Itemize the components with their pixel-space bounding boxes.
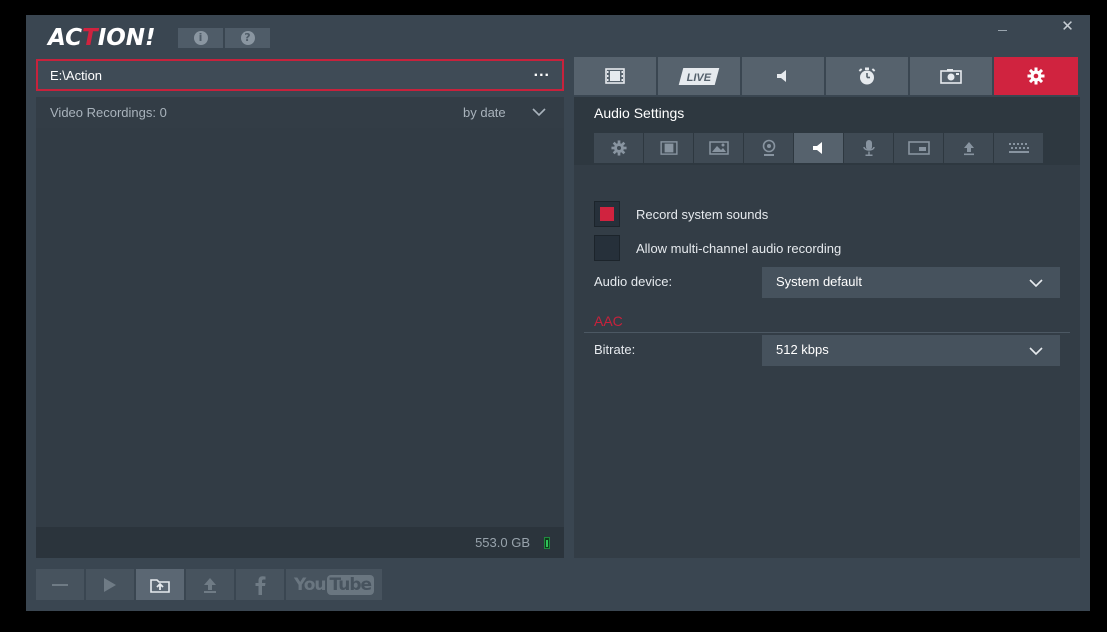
chevron-down-icon[interactable] [531,106,547,118]
sort-dropdown[interactable]: by date [463,105,506,120]
info-button[interactable]: i [178,28,223,48]
recordings-list[interactable] [36,128,564,527]
close-icon: ✕ [1061,18,1074,35]
recordings-folder-field[interactable]: E:\Action ... [36,59,564,91]
subtab-webcam[interactable] [744,133,793,163]
play-button[interactable] [86,569,134,600]
record-system-sounds-row[interactable]: Record system sounds [594,201,768,227]
folder-upload-icon [150,578,170,593]
recordings-folder-path: E:\Action [50,68,103,83]
multichannel-row[interactable]: Allow multi-channel audio recording [594,235,841,261]
app-window: ACTION! i ? ✕ E:\Action ... Video Record… [26,15,1090,611]
settings-header: Audio Settings [574,97,1080,165]
keyboard-icon [1008,143,1029,153]
record-system-sounds-checkbox[interactable] [594,201,620,227]
subtab-upload[interactable] [944,133,993,163]
chevron-down-icon [1029,279,1043,288]
bitrate-label: Bitrate: [594,342,636,357]
upload-icon [204,577,216,593]
upload-button[interactable] [186,569,234,600]
tab-benchmark[interactable] [826,57,908,95]
subtab-microphone[interactable] [844,133,893,163]
play-icon [104,577,116,592]
subtab-general[interactable] [594,133,643,163]
facebook-button[interactable] [236,569,284,600]
subtab-hotkeys[interactable] [994,133,1043,163]
camera-icon [940,69,962,84]
settings-panel: Audio Settings Record system sounds Allo… [574,97,1080,558]
window-icon [907,141,930,155]
subtab-overlay[interactable] [894,133,943,163]
facebook-icon [255,575,266,595]
live-icon: LIVE [678,67,720,85]
checkbox-checked-mark [600,207,614,221]
disk-space-indicator [544,537,550,549]
disk-status-bar: 553.0 GB [36,527,564,558]
tab-video[interactable] [574,57,656,95]
subtab-audio[interactable] [794,133,843,163]
help-button[interactable]: ? [225,28,270,48]
gear-icon [610,140,627,156]
gear-icon [1027,67,1045,85]
logo-text-suffix: ION! [97,25,156,51]
minimize-icon [998,29,1007,31]
upload-icon [963,142,974,156]
delete-button[interactable] [36,569,84,600]
image-icon [708,141,729,155]
recordings-count: Video Recordings: 0 [50,105,167,120]
minimize-button[interactable] [980,15,1025,37]
logo-text-t: T [81,25,98,51]
bitrate-select[interactable]: 512 kbps [762,335,1060,366]
bitrate-value: 512 kbps [776,342,829,357]
multichannel-label: Allow multi-channel audio recording [636,240,842,256]
youtube-button[interactable]: You Tube [286,569,382,600]
speaker-icon [812,142,822,154]
browse-folder-button[interactable]: ... [534,63,550,81]
microphone-icon [862,140,875,156]
help-icon: ? [240,31,255,45]
youtube-text-tube: Tube [326,574,375,595]
audio-device-select[interactable]: System default [762,267,1060,298]
tab-live[interactable]: LIVE [658,57,740,95]
aac-section-title: AAC [594,313,623,329]
main-tabs: LIVE [574,57,1080,97]
close-button[interactable]: ✕ [1045,15,1090,37]
logo-text-prefix: AC [48,25,82,51]
audio-device-label: Audio device: [594,274,673,289]
subtab-video[interactable] [644,133,693,163]
open-folder-button[interactable] [136,569,184,600]
youtube-text-you: You [293,574,327,595]
recordings-list-header: Video Recordings: 0 by date [36,97,564,128]
disk-free-space: 553.0 GB [475,535,530,550]
film-icon [605,68,625,84]
chevron-down-icon [1029,347,1043,356]
action-logo: ACTION! [48,25,158,51]
stopwatch-icon [858,67,876,85]
film-icon [659,141,678,155]
info-icon: i [193,31,208,45]
tab-screenshot[interactable] [910,57,992,95]
live-label: LIVE [686,71,711,84]
youtube-icon: You Tube [293,574,375,595]
record-system-sounds-label: Record system sounds [636,206,769,222]
tab-audio[interactable] [742,57,824,95]
tab-settings[interactable] [994,57,1078,95]
webcam-icon [762,139,775,156]
subtab-image[interactable] [694,133,743,163]
audio-device-value: System default [776,274,862,289]
settings-title: Audio Settings [594,105,685,121]
multichannel-checkbox[interactable] [594,235,620,261]
section-divider [584,332,1070,333]
minus-icon [52,583,68,586]
speaker-icon [777,70,786,82]
